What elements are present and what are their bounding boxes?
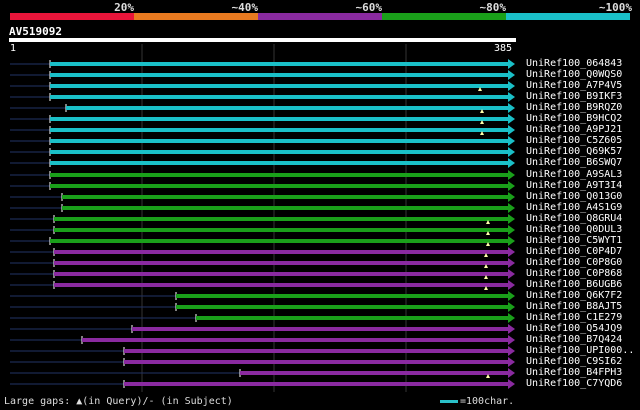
hit-label[interactable]: UniRef100_B9HCQ2 [526,113,622,124]
hit-label[interactable]: UniRef100_C7YQD6 [526,378,622,389]
hit-arrow-head [508,81,515,91]
hit-label[interactable]: UniRef100_UPI000.. [526,345,634,356]
hit-arrow-head [508,335,515,345]
hit-label[interactable]: UniRef100_Q8GRU4 [526,213,622,224]
hit-arrow-head [508,214,515,224]
hit-arrow-head [508,280,515,290]
hit-arrow-head [508,158,515,168]
hit-label[interactable]: UniRef100_A7P4V5 [526,80,622,91]
scale-label: =100char. [460,396,515,407]
hit-alignment-bar [240,371,508,375]
hit-alignment-bar [50,139,508,143]
hit-alignment-bar [50,161,508,165]
hit-alignment-bar [124,349,508,353]
hit-arrow-head [508,70,515,80]
hit-alignment-bar [54,217,508,221]
hit-arrow-head [508,247,515,257]
hit-arrow-head [508,59,515,69]
hit-arrow-head [508,379,515,389]
hit-label[interactable]: UniRef100_Q6K7F2 [526,290,622,301]
hit-label[interactable]: UniRef100_Q0WQS0 [526,69,622,80]
hit-arrow-head [508,368,515,378]
hit-arrow-head [508,203,515,213]
hit-alignment-bar [54,228,508,232]
hit-alignment-bar [54,283,508,287]
hit-alignment-bar [50,95,508,99]
hit-alignment-bar [50,73,508,77]
scale-bar [440,400,458,403]
hit-alignment-bar [132,327,508,331]
hit-label[interactable]: UniRef100_Q013G0 [526,191,622,202]
hit-label[interactable]: UniRef100_C9SI62 [526,356,622,367]
hit-arrow-head [508,302,515,312]
hit-label[interactable]: UniRef100_Q54JQ9 [526,323,622,334]
hit-arrow-head [508,181,515,191]
hit-alignment-bar [50,117,508,121]
hit-label[interactable]: UniRef100_C1E279 [526,312,622,323]
hit-arrow-head [508,147,515,157]
hit-alignment-bar [66,106,508,110]
hit-label[interactable]: UniRef100_A4S1G9 [526,202,622,213]
hit-label[interactable]: UniRef100_A9SAL3 [526,169,622,180]
hit-alignment-bar [50,184,508,188]
hit-label[interactable]: UniRef100_A9PJ21 [526,124,622,135]
hit-label[interactable]: UniRef100_B7Q424 [526,334,622,345]
hit-label[interactable]: UniRef100_B9RQZ0 [526,102,622,113]
hit-alignment-bar [124,360,508,364]
hit-arrow-head [508,291,515,301]
hit-arrow-head [508,313,515,323]
hit-label[interactable]: UniRef100_A9T3I4 [526,180,622,191]
hit-label[interactable]: UniRef100_B8AJT5 [526,301,622,312]
hit-alignment-bar [50,173,508,177]
hit-arrow-head [508,324,515,334]
hit-arrow-head [508,192,515,202]
hit-arrow-head [508,346,515,356]
hit-arrow-head [508,269,515,279]
hit-arrow-head [508,125,515,135]
hit-alignment-bar [62,195,508,199]
hit-label[interactable]: UniRef100_B4FPH3 [526,367,622,378]
hit-alignment-bar [196,316,508,320]
hit-alignment-bar [54,272,508,276]
hit-label[interactable]: UniRef100_B6UGB6 [526,279,622,290]
hit-alignment-bar [82,338,508,342]
hit-alignment-bar [50,150,508,154]
hit-alignment-bar [62,206,508,210]
hit-label[interactable]: UniRef100_Q69K57 [526,146,622,157]
hit-arrow-head [508,92,515,102]
hit-arrow-head [508,225,515,235]
hit-alignment-bar [176,305,508,309]
hit-label[interactable]: UniRef100_B9IKF3 [526,91,622,102]
blast-graphic-view: { "legend": [ {"label": "20%", "color": … [0,0,640,410]
hit-arrow-head [508,114,515,124]
hit-alignment-bar [50,84,508,88]
hit-arrow-head [508,136,515,146]
hit-alignment-bar [176,294,508,298]
hit-alignment-bar [124,382,508,386]
hit-alignment-bar [50,62,508,66]
hit-label[interactable]: UniRef100_064843 [526,58,622,69]
hit-arrow-head [508,258,515,268]
hit-alignment-bar [54,250,508,254]
hit-arrow-head [508,170,515,180]
hit-label[interactable]: UniRef100_Q0DUL3 [526,224,622,235]
hit-label[interactable]: UniRef100_C5WYT1 [526,235,622,246]
hit-alignment-bar [50,239,508,243]
hit-label[interactable]: UniRef100_C0P4D7 [526,246,622,257]
hit-arrow-head [508,103,515,113]
hit-arrow-head [508,236,515,246]
hit-label[interactable]: UniRef100_C5Z605 [526,135,622,146]
hit-label[interactable]: UniRef100_C0P868 [526,268,622,279]
hit-alignment-bar [50,128,508,132]
hit-arrow-head [508,357,515,367]
hit-label[interactable]: UniRef100_C0P8G0 [526,257,622,268]
hit-alignment-bar [54,261,508,265]
large-gaps-legend: Large gaps: ▲(in Query)/- (in Subject) [4,396,233,407]
hit-label[interactable]: UniRef100_B6SWQ7 [526,157,622,168]
